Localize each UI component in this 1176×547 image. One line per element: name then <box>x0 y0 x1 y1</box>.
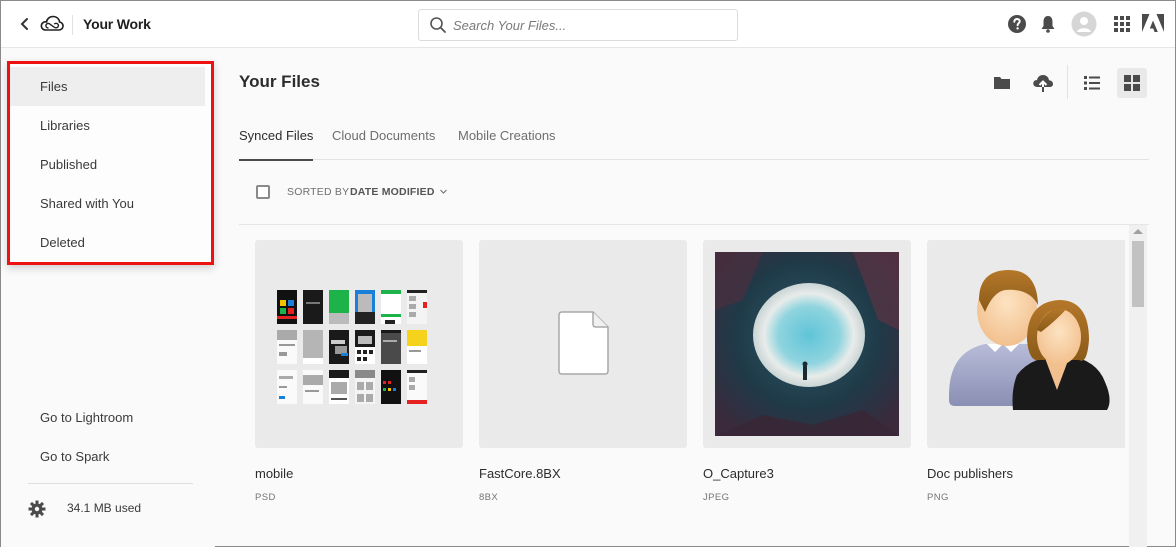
search-icon <box>430 17 446 33</box>
list-view-icon <box>1084 76 1100 90</box>
new-folder-button[interactable] <box>987 68 1017 98</box>
cave-photo-thumbnail <box>715 252 899 436</box>
file-thumbnail <box>255 240 463 448</box>
tab-cloud-documents[interactable]: Cloud Documents <box>332 128 435 160</box>
file-type: JPEG <box>703 492 730 503</box>
app-title: Your Work <box>83 16 151 32</box>
creative-cloud-logo[interactable] <box>39 12 65 36</box>
top-bar: Your Work <box>1 1 1175 48</box>
user-avatar-icon <box>1071 11 1097 37</box>
file-card[interactable]: FastCore.8BX 8BX <box>479 240 687 503</box>
sidebar-item-published[interactable]: Published <box>10 145 205 184</box>
users-icon-thumbnail <box>949 270 1110 410</box>
file-grid: mobile PSD FastCore.8BX 8BX O_Capture3 J… <box>255 240 1125 540</box>
sort-dropdown[interactable]: DATE MODIFIED <box>350 186 435 198</box>
file-thumbnail <box>479 240 687 448</box>
file-name: O_Capture3 <box>703 466 774 481</box>
file-tabs: Synced Files Cloud Documents Mobile Crea… <box>239 128 1149 161</box>
file-thumbnail <box>927 240 1125 448</box>
select-all-checkbox[interactable] <box>256 185 270 199</box>
divider <box>72 15 73 35</box>
bell-icon <box>1041 16 1055 33</box>
chevron-down-icon[interactable] <box>439 187 448 196</box>
sidebar-item-deleted[interactable]: Deleted <box>10 223 205 262</box>
tab-synced-files[interactable]: Synced Files <box>239 128 314 161</box>
sidebar-item-files[interactable]: Files <box>10 67 205 106</box>
search-input[interactable] <box>453 14 728 36</box>
file-thumbnail <box>703 240 911 448</box>
adobe-logo <box>1142 14 1164 32</box>
cloud-upload-icon <box>1033 75 1053 92</box>
file-name: Doc publishers <box>927 466 1013 481</box>
vertical-scrollbar[interactable] <box>1129 225 1147 547</box>
help-button[interactable] <box>1005 12 1029 36</box>
sidebar-divider <box>28 483 193 484</box>
file-card[interactable]: O_Capture3 JPEG <box>703 240 911 503</box>
scroll-thumb[interactable] <box>1132 241 1144 307</box>
grid-view-button[interactable] <box>1117 68 1147 98</box>
help-icon <box>1008 15 1026 33</box>
page-title: Your Files <box>239 72 320 91</box>
upload-button[interactable] <box>1028 68 1058 98</box>
grid-view-icon <box>1124 75 1140 91</box>
file-name: FastCore.8BX <box>479 466 561 481</box>
adobe-button[interactable] <box>1141 12 1165 36</box>
sort-row: SORTED BY DATE MODIFIED <box>239 175 1149 225</box>
main-content: Your Files Synced Files Cloud Documents … <box>215 49 1175 547</box>
go-to-spark-link[interactable]: Go to Spark <box>40 449 109 464</box>
file-name: mobile <box>255 466 294 481</box>
file-card[interactable]: Doc publishers PNG <box>927 240 1125 503</box>
file-type: 8BX <box>479 492 499 503</box>
scroll-up-arrow-icon[interactable] <box>1133 229 1143 234</box>
file-card[interactable]: mobile PSD <box>255 240 463 503</box>
sidebar-item-shared-with-you[interactable]: Shared with You <box>10 184 205 223</box>
storage-used: 34.1 MB used <box>67 501 142 515</box>
tab-mobile-creations[interactable]: Mobile Creations <box>458 128 556 160</box>
mobile-mockups-thumbnail <box>277 290 427 404</box>
chevron-left-icon <box>20 18 28 30</box>
back-button[interactable] <box>17 14 33 34</box>
apps-button[interactable] <box>1110 12 1134 36</box>
search-box[interactable] <box>418 9 738 41</box>
toolbar-divider <box>1067 65 1068 99</box>
sort-label: SORTED BY <box>287 186 350 198</box>
folder-icon <box>994 77 1010 89</box>
list-view-button[interactable] <box>1077 68 1107 98</box>
notifications-button[interactable] <box>1036 12 1060 36</box>
go-to-lightroom-link[interactable]: Go to Lightroom <box>40 410 133 425</box>
generic-file-icon <box>558 311 609 375</box>
file-type: PSD <box>255 492 276 503</box>
file-type: PNG <box>927 492 949 503</box>
avatar[interactable] <box>1071 11 1097 37</box>
settings-gear-icon[interactable] <box>28 500 46 518</box>
apps-grid-icon <box>1114 16 1130 32</box>
sidebar-item-libraries[interactable]: Libraries <box>10 106 205 145</box>
sidebar: Files Libraries Published Shared with Yo… <box>1 49 215 547</box>
